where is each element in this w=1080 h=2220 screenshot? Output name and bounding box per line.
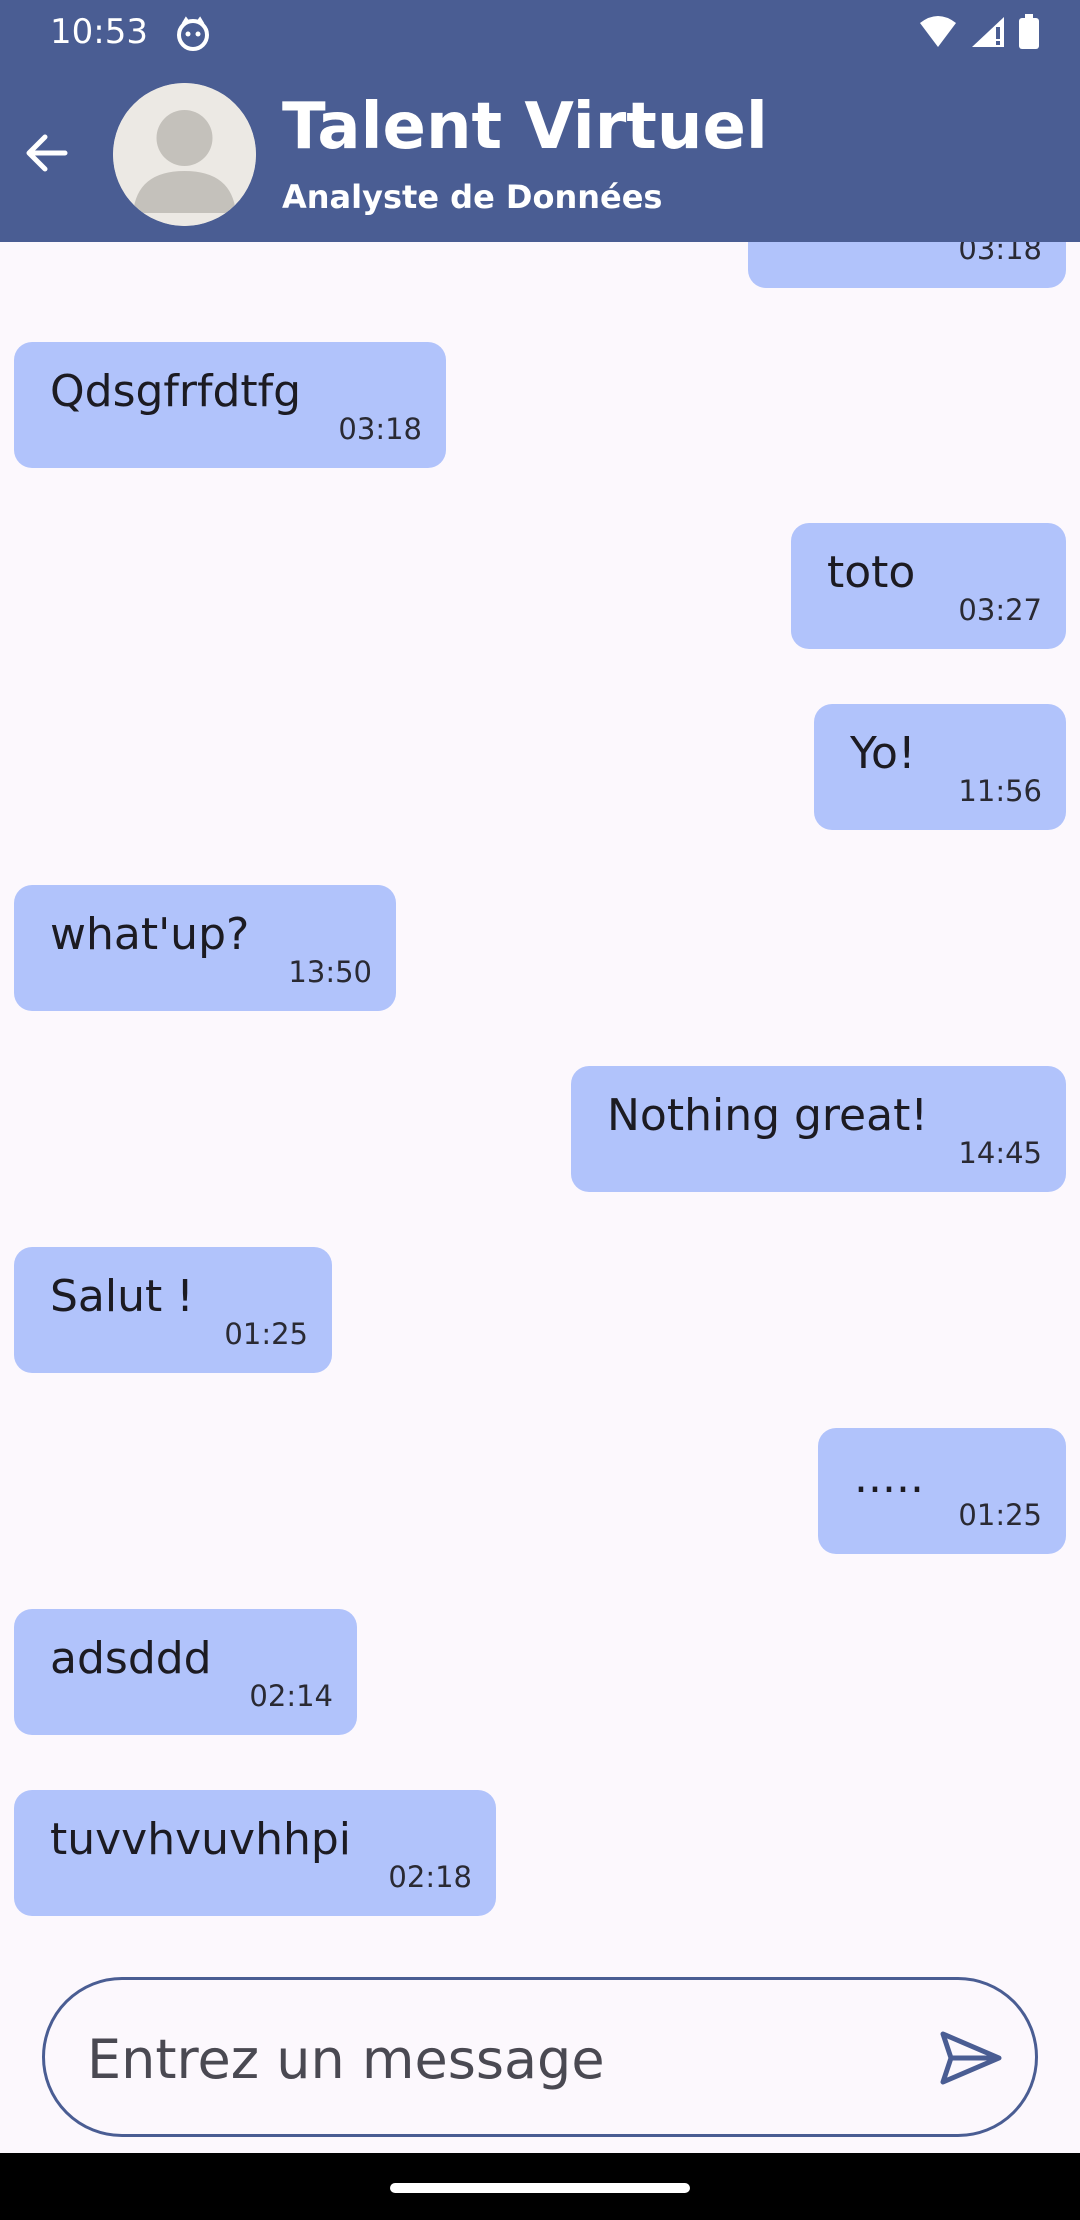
signal-icon: [970, 15, 1006, 53]
message-list[interactable]: 03:18 Qdsgfrfdtfg 03:18 toto 03:27 Yo! 1…: [0, 242, 1080, 1942]
wifi-icon: [918, 15, 958, 53]
message-time: 01:25: [958, 1498, 1042, 1532]
message-text: adsddd: [50, 1633, 212, 1684]
message-text: tuvvhvuvhhpi: [50, 1814, 351, 1865]
app-notification-icon: [175, 16, 211, 52]
status-bar: 10:53: [0, 0, 1080, 66]
status-time: 10:53: [50, 12, 148, 52]
message-bubble[interactable]: Nothing great! 14:45: [571, 1066, 1066, 1192]
status-icons: [918, 14, 1040, 54]
message-bubble[interactable]: ..... 01:25: [818, 1428, 1066, 1554]
message-text: Nothing great!: [607, 1090, 928, 1141]
message-composer: [42, 1977, 1038, 2137]
message-text: what'up?: [50, 909, 250, 960]
contact-role: Analyste de Données: [282, 178, 663, 216]
message-time: 13:50: [288, 955, 372, 989]
message-time: 03:27: [958, 593, 1042, 627]
message-text: Yo!: [850, 728, 916, 779]
message-text: Salut !: [50, 1271, 194, 1322]
message-bubble[interactable]: what'up? 13:50: [14, 885, 396, 1011]
message-bubble[interactable]: adsddd 02:14: [14, 1609, 357, 1735]
app-header: 10:53 Talent Virtuel Analyste de Données: [0, 0, 1080, 242]
person-avatar-icon: [113, 83, 256, 226]
system-navigation-bar: [0, 2153, 1080, 2220]
send-icon: [940, 2031, 1002, 2085]
message-bubble[interactable]: Qdsgfrfdtfg 03:18: [14, 342, 446, 468]
message-time: 01:25: [224, 1317, 308, 1351]
message-time: 03:18: [338, 412, 422, 446]
message-text: .....: [854, 1452, 924, 1503]
message-time: 03:18: [958, 242, 1042, 266]
message-time: 14:45: [958, 1136, 1042, 1170]
battery-icon: [1018, 14, 1040, 54]
message-text: toto: [827, 547, 916, 598]
message-text: Qdsgfrfdtfg: [50, 366, 302, 417]
message-time: 11:56: [958, 774, 1042, 808]
send-button[interactable]: [935, 2022, 1007, 2094]
message-input[interactable]: [85, 2010, 909, 2108]
message-bubble[interactable]: tuvvhvuvhhpi 02:18: [14, 1790, 496, 1916]
message-time: 02:14: [249, 1679, 333, 1713]
avatar[interactable]: [113, 83, 256, 226]
home-indicator[interactable]: [390, 2183, 690, 2193]
message-bubble[interactable]: 03:18: [748, 242, 1066, 288]
message-bubble[interactable]: toto 03:27: [791, 523, 1066, 649]
back-button[interactable]: [14, 122, 76, 184]
arrow-back-icon: [26, 134, 68, 172]
message-bubble[interactable]: Salut ! 01:25: [14, 1247, 332, 1373]
contact-name: Talent Virtuel: [282, 90, 768, 164]
message-time: 02:18: [388, 1860, 472, 1894]
message-bubble[interactable]: Yo! 11:56: [814, 704, 1066, 830]
